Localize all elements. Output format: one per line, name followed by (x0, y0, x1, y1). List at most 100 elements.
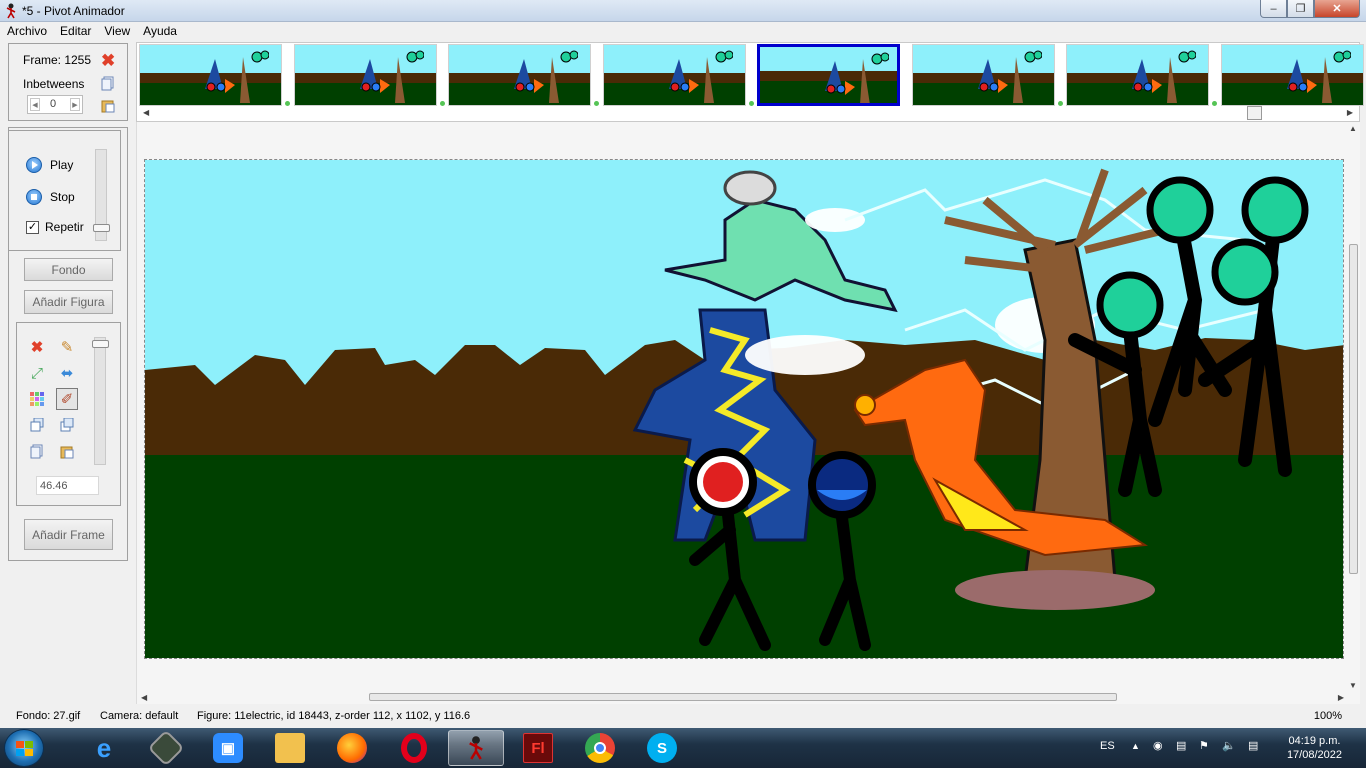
center-figure-icon[interactable]: ⤢ (26, 362, 48, 384)
flash-icon: Fl (523, 733, 553, 763)
brush-tool-icon[interactable]: ✐ (56, 388, 78, 410)
spinner-down-icon[interactable]: ◀ (30, 98, 40, 111)
size-slider-knob[interactable] (92, 340, 109, 348)
scene-artwork[interactable] (145, 160, 1344, 659)
flip-figure-icon[interactable]: ⬌ (56, 362, 78, 384)
add-frame-button[interactable]: Añadir Frame (24, 519, 113, 550)
playback-panel: Play Stop ✓ Repetir (8, 130, 121, 251)
paste-figure-icon[interactable] (56, 440, 78, 462)
show-hidden-icons-icon[interactable]: ▲ (1131, 741, 1140, 751)
hscroll-right-icon[interactable]: ▶ (1338, 693, 1344, 702)
action-center-flag-icon[interactable]: ⚑ (1199, 739, 1209, 752)
taskbar-media-player[interactable] (138, 729, 194, 767)
scroll-up-icon[interactable]: ▲ (1349, 124, 1357, 133)
frame-thumbnail[interactable] (911, 44, 1055, 106)
status-figure: Figure: 11electric, id 18443, z-order 11… (197, 710, 471, 722)
vertical-scroll-thumb[interactable] (1349, 244, 1358, 574)
inbetweens-spinner[interactable]: ◀ 0 ▶ (27, 95, 83, 114)
stop-label: Stop (50, 190, 75, 204)
add-figure-button[interactable]: Añadir Figura (24, 290, 113, 314)
frame-thumbnail[interactable] (1066, 44, 1209, 106)
animation-stage[interactable] (144, 159, 1344, 659)
speed-slider-knob[interactable] (93, 224, 110, 232)
size-value-field[interactable]: 46.46 (36, 476, 99, 495)
horizontal-scroll-thumb[interactable] (369, 693, 1117, 701)
maximize-button[interactable]: ❐ (1287, 0, 1314, 18)
frame-info-panel: Frame: 1255 ✖ Inbetweens ◀ 0 ▶ (8, 43, 128, 121)
figure-tools-panel: ✖ ✎ ⤢ ⬌ ✐ 46.46 (16, 322, 121, 506)
frame-thumbnail[interactable] (448, 44, 591, 106)
play-icon (26, 157, 42, 173)
frame-number-label: Frame: 1255 (23, 53, 92, 67)
scroll-left-icon[interactable]: ◀ (143, 108, 149, 117)
play-button[interactable]: Play (26, 157, 73, 173)
internet-explorer-icon: e (96, 732, 112, 763)
taskbar-clock[interactable]: 04:19 p.m. 17/08/2022 (1287, 734, 1342, 762)
menu-ayuda[interactable]: Ayuda (136, 22, 183, 41)
network-globe-icon[interactable]: ◉ (1153, 739, 1163, 752)
bring-front-icon[interactable] (26, 414, 48, 436)
taskbar-chrome[interactable] (572, 730, 628, 766)
scroll-right-icon[interactable]: ▶ (1347, 108, 1353, 117)
minimize-button[interactable]: – (1260, 0, 1287, 18)
pivot-stickman-icon (469, 736, 483, 760)
taskbar-pivot-animator[interactable] (448, 730, 504, 766)
frame-thumbnail[interactable] (293, 44, 437, 106)
copy-figure-icon[interactable] (26, 440, 48, 462)
inbetweens-label: Inbetweens (23, 77, 85, 91)
hscroll-left-icon[interactable]: ◀ (141, 693, 147, 702)
zoom-icon: ▣ (213, 733, 243, 763)
taskbar-opera[interactable] (386, 730, 442, 766)
canvas-horizontal-scrollbar[interactable]: ◀ ▶ (137, 690, 1348, 704)
menu-bar: Archivo Editar View Ayuda (0, 22, 1366, 41)
taskbar-file-explorer[interactable] (262, 730, 318, 766)
background-button[interactable]: Fondo (24, 258, 113, 281)
taskbar-skype[interactable]: S (634, 730, 690, 766)
speed-slider[interactable] (93, 149, 110, 241)
paste-frame-icon[interactable] (101, 98, 115, 113)
start-button[interactable] (4, 729, 44, 767)
repeat-check-icon[interactable]: ✓ (26, 220, 39, 234)
copy-frame-icon[interactable] (101, 76, 115, 91)
status-background: Fondo: 27.gif (16, 710, 81, 722)
play-label: Play (50, 158, 74, 172)
firefox-icon (337, 733, 367, 763)
spinner-up-icon[interactable]: ▶ (70, 98, 80, 111)
timeline-scrollbar[interactable]: ◀ ▶ (137, 106, 1359, 121)
send-back-icon[interactable] (56, 414, 78, 436)
taskbar-flash[interactable]: Fl (510, 730, 566, 766)
opera-icon (401, 733, 427, 763)
scroll-down-icon[interactable]: ▼ (1349, 681, 1357, 690)
frame-thumbnail[interactable] (757, 44, 900, 106)
skype-icon: S (647, 733, 677, 763)
timeline-scroll-thumb[interactable] (1247, 106, 1262, 120)
title-bar: *5 - Pivot Animador – ❐ ✕ (0, 0, 1366, 22)
status-bar: Fondo: 27.gif Camera: default Figure: 11… (0, 704, 1366, 728)
size-slider[interactable] (92, 337, 109, 465)
language-indicator[interactable]: ES (1100, 740, 1115, 752)
frame-thumbnail[interactable] (139, 44, 282, 106)
frame-thumbnail[interactable] (1220, 44, 1364, 106)
menu-view[interactable]: View (97, 22, 136, 41)
taskbar-internet-explorer[interactable]: e (76, 730, 132, 766)
media-player-icon (147, 729, 185, 767)
close-button[interactable]: ✕ (1314, 0, 1360, 18)
clipboard-tray-icon[interactable]: ▤ (1176, 739, 1186, 752)
color-figure-icon[interactable] (26, 388, 48, 410)
taskbar-zoom[interactable]: ▣ (200, 730, 256, 766)
volume-icon[interactable]: 🔈 (1222, 739, 1236, 752)
menu-archivo[interactable]: Archivo (0, 22, 53, 41)
edit-figure-icon[interactable]: ✎ (56, 336, 78, 358)
repeat-checkbox[interactable]: ✓ Repetir (26, 220, 84, 234)
menu-editar[interactable]: Editar (53, 22, 97, 41)
folder-icon (275, 733, 305, 763)
delete-frame-icon[interactable]: ✖ (101, 52, 115, 69)
canvas-area: ▲ ▼ ◀ ▶ (136, 122, 1360, 704)
network-icon[interactable]: ▤ (1248, 739, 1258, 752)
canvas-vertical-scrollbar[interactable]: ▲ ▼ (1347, 122, 1360, 692)
taskbar-firefox[interactable] (324, 730, 380, 766)
delete-figure-icon[interactable]: ✖ (26, 336, 48, 358)
stop-button[interactable]: Stop (26, 189, 75, 205)
frame-thumbnail[interactable] (602, 44, 746, 106)
frame-timeline: ◀ ▶ (136, 42, 1364, 122)
